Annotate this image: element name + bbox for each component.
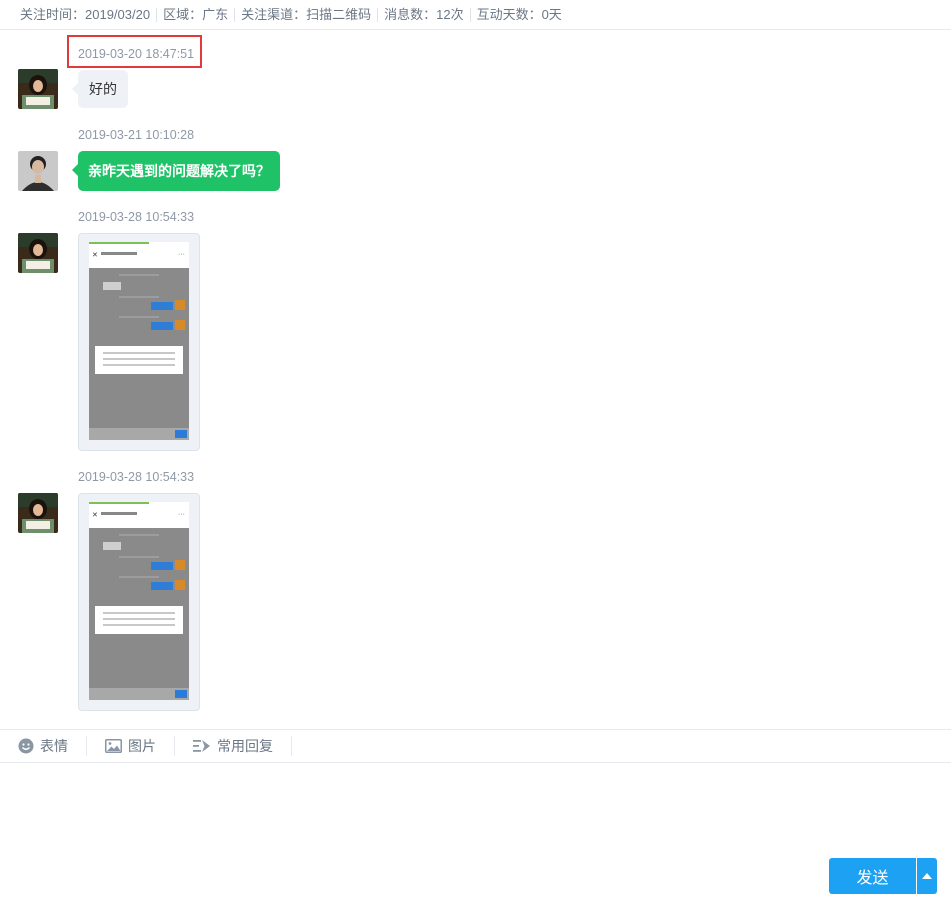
user-avatar[interactable] <box>18 493 58 533</box>
follow-time: 关注时间：2019/03/20 <box>20 6 151 22</box>
send-button[interactable]: 发送 <box>829 858 916 894</box>
smiley-icon <box>18 738 34 754</box>
user-avatar[interactable] <box>18 233 58 273</box>
send-button-group: 发送 <box>829 858 937 894</box>
user-avatar[interactable] <box>18 69 58 109</box>
message-text: 好的 <box>89 81 117 97</box>
quick-reply-label: 常用回复 <box>217 738 273 754</box>
user-avatar-image <box>18 233 58 273</box>
image-icon <box>105 739 122 753</box>
emoji-label: 表情 <box>40 738 68 754</box>
send-options-toggle[interactable] <box>917 858 937 894</box>
screenshot-image: ✕ ··· <box>89 242 189 440</box>
message-list[interactable]: 2019-03-20 18:47:51 好的 2019-03-21 10:10:… <box>0 31 951 729</box>
message-timestamp: 2019-03-21 10:10:28 <box>78 128 195 142</box>
follow-channel: 关注渠道：扫描二维码 <box>234 7 377 22</box>
user-avatar-image <box>18 493 58 533</box>
agent-avatar[interactable] <box>18 151 58 191</box>
message-timestamp: 2019-03-28 10:54:33 <box>78 210 195 224</box>
emoji-button[interactable]: 表情 <box>0 736 87 756</box>
message-input[interactable] <box>0 763 951 853</box>
message-text: 亲昨天遇到的问题解决了吗？ <box>88 163 270 179</box>
agent-avatar-image <box>18 151 58 191</box>
image-label: 图片 <box>128 738 156 754</box>
message-bubble-agent[interactable]: 亲昨天遇到的问题解决了吗？ <box>72 151 280 191</box>
image-message-thumbnail[interactable]: ✕ ··· <box>78 233 200 451</box>
caret-up-icon <box>922 873 932 879</box>
user-avatar-image <box>18 69 58 109</box>
image-message-thumbnail[interactable]: ✕ ··· <box>78 493 200 711</box>
compose-toolbar: 表情 图片 常用回复 <box>0 729 951 763</box>
subscriber-info-bar: 关注时间：2019/03/20 区域：广东 关注渠道：扫描二维码 消息数：12次… <box>0 0 951 30</box>
region: 区域：广东 <box>156 7 234 22</box>
quick-reply-icon <box>193 740 210 752</box>
message-bubble[interactable]: 好的 <box>72 70 128 108</box>
screenshot-image: ✕ ··· <box>89 502 189 700</box>
message-timestamp: 2019-03-28 10:54:33 <box>78 470 195 484</box>
message-timestamp-highlighted: 2019-03-20 18:47:51 <box>67 35 202 68</box>
image-button[interactable]: 图片 <box>87 736 175 756</box>
quick-reply-button[interactable]: 常用回复 <box>175 736 292 756</box>
interaction-days: 互动天数：0天 <box>469 7 568 22</box>
message-count: 消息数：12次 <box>377 7 469 22</box>
